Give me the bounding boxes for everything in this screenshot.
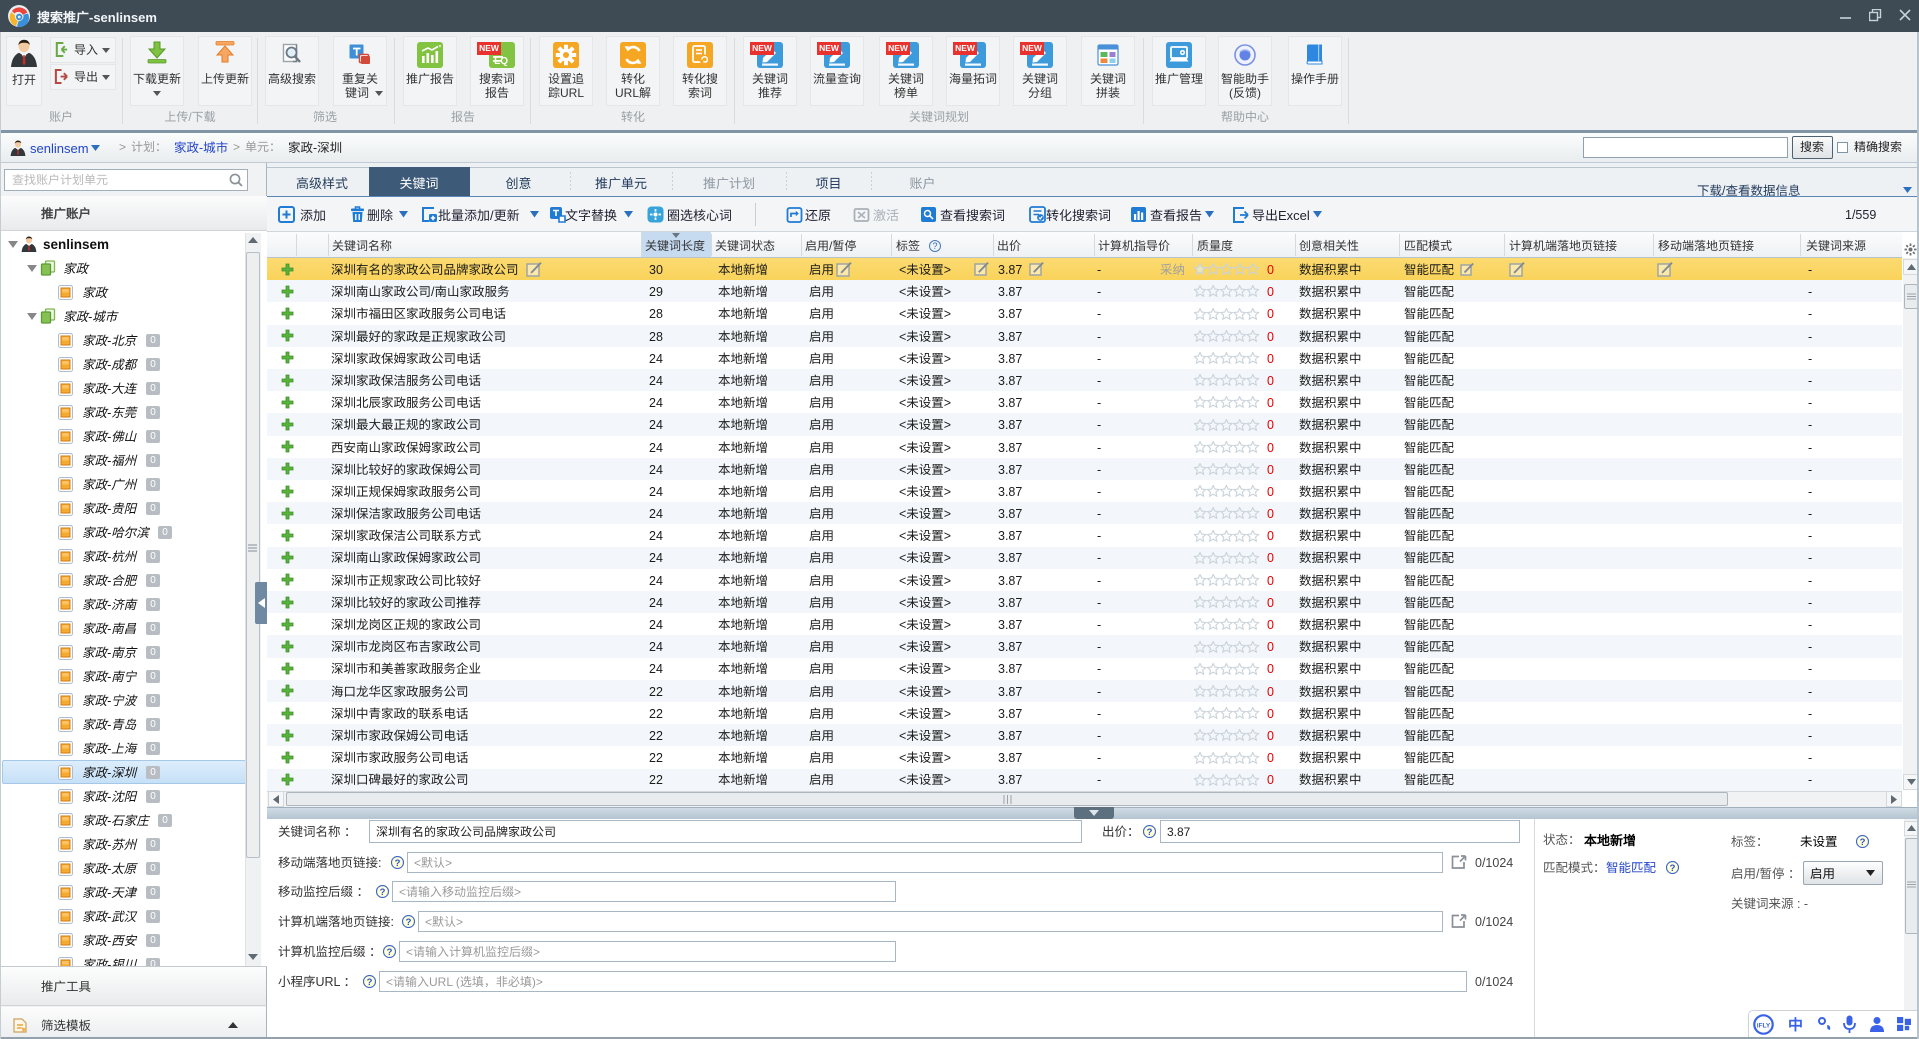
svg-text:?: ? bbox=[1670, 863, 1676, 874]
svg-text:?: ? bbox=[932, 241, 937, 251]
svg-text:?: ? bbox=[1860, 837, 1866, 848]
svg-text:?: ? bbox=[406, 917, 412, 928]
svg-text:?: ? bbox=[387, 947, 393, 958]
svg-text:?: ? bbox=[380, 887, 386, 898]
svg-text:iFLY: iFLY bbox=[1757, 1023, 1771, 1030]
svg-text:?: ? bbox=[395, 858, 401, 869]
svg-text:?: ? bbox=[1147, 827, 1153, 838]
svg-text:?: ? bbox=[367, 977, 373, 988]
